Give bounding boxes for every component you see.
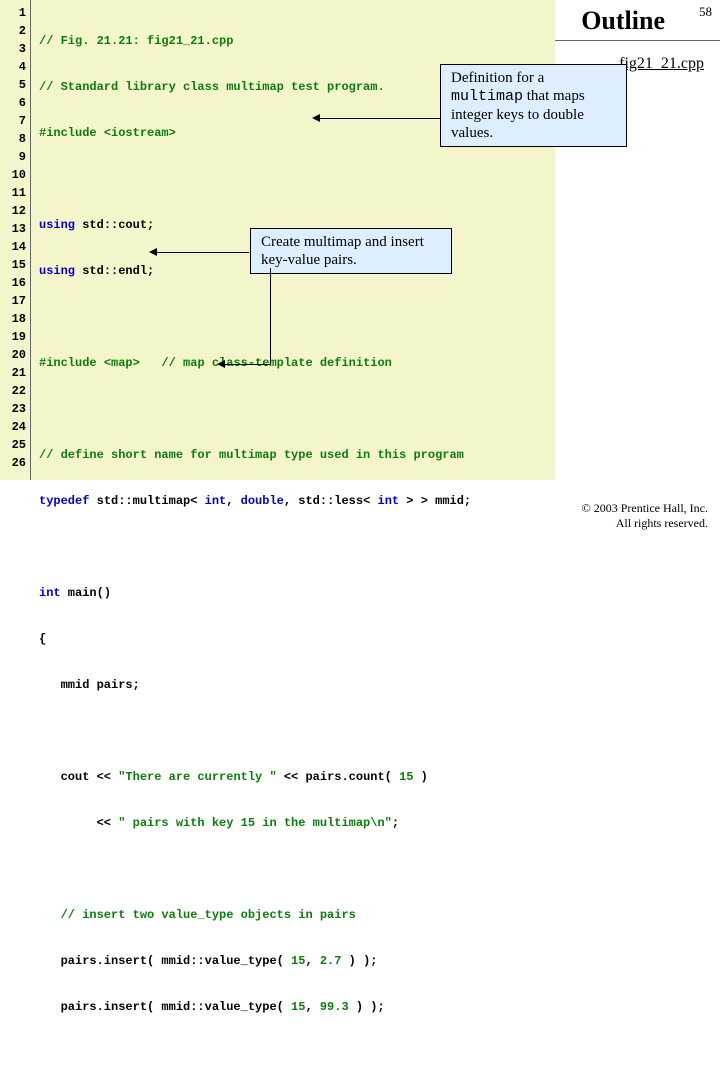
code-line: // Fig. 21.21: fig21_21.cpp [39,34,233,48]
arrow-line [270,268,271,364]
callout-create: Create multimap and insert key-value pai… [250,228,452,274]
arrow-line [440,97,441,119]
callout-definition: Definition for a multimap that maps inte… [440,64,627,147]
line-gutter: 1234567891011121314151617181920212223242… [0,0,31,480]
outline-heading: Outline [581,6,665,36]
arrow-head-icon [312,114,320,122]
file-label: fig21_21.cpp [619,55,704,73]
arrow-line [225,364,270,365]
arrow-line [320,118,440,119]
page-number: 58 [699,4,712,20]
copyright: © 2003 Prentice Hall, Inc. All rights re… [582,501,708,530]
arrow-line [157,252,249,253]
arrow-head-icon [217,360,225,368]
code-line: #include [39,126,104,140]
outline-rule [555,40,720,41]
code-line: // Standard library class multimap test … [39,80,385,94]
arrow-head-icon [149,248,157,256]
